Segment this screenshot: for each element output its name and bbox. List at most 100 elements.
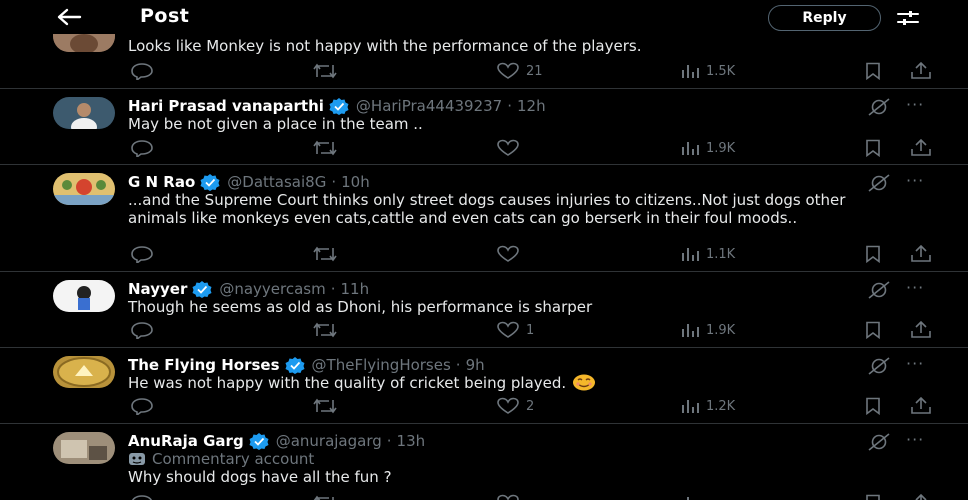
share-action[interactable] (909, 494, 933, 500)
retweet-action[interactable] (312, 62, 338, 80)
views-action[interactable]: 1.1K (680, 245, 735, 263)
avatar[interactable] (53, 173, 115, 205)
reply-action[interactable] (130, 62, 154, 80)
reply-tweet[interactable]: Nayyer @nayyercasm · 11h ··· Though he s… (0, 272, 968, 348)
more-icon[interactable]: ··· (906, 278, 924, 297)
reply-tweet[interactable]: AnuRaja Garg @anurajagarg · 13h ··· Comm… (0, 424, 968, 500)
timestamp[interactable]: 9h (466, 356, 485, 374)
retweet-action[interactable] (312, 321, 338, 339)
like-action[interactable] (496, 245, 520, 263)
like-action[interactable]: 2 (496, 397, 534, 415)
more-icon[interactable]: ··· (906, 430, 924, 449)
timestamp[interactable]: 13h (397, 432, 426, 450)
timestamp[interactable]: 12h (517, 97, 546, 115)
top-bar: Post Reply (0, 0, 968, 34)
bookmark-action[interactable] (863, 62, 883, 80)
more-icon[interactable]: ··· (906, 354, 924, 373)
retweet-action[interactable] (312, 245, 338, 263)
grok-icon[interactable] (866, 357, 892, 375)
tweet-header: G N Rao @Dattasai8G · 10h (128, 173, 370, 191)
display-name[interactable]: G N Rao (128, 173, 195, 191)
tweet-text: Though he seems as old as Dhoni, his per… (128, 298, 593, 316)
like-action[interactable] (496, 139, 520, 157)
reply-action[interactable] (130, 321, 154, 339)
views-action[interactable] (680, 494, 700, 500)
views-action[interactable]: 1.2K (680, 397, 735, 415)
tweet-actions: 1 1.9K (0, 321, 968, 341)
user-handle[interactable]: @TheFlyingHorses (312, 356, 451, 374)
share-action[interactable] (909, 245, 933, 263)
avatar[interactable] (53, 432, 115, 464)
reply-action[interactable] (130, 139, 154, 157)
tweet-text: He was not happy with the quality of cri… (128, 374, 567, 392)
reply-action[interactable] (130, 397, 154, 415)
reply-button[interactable]: Reply (768, 5, 881, 31)
retweet-icon (313, 398, 337, 414)
user-handle[interactable]: @nayyercasm (219, 280, 325, 298)
grok-icon[interactable] (866, 433, 892, 451)
user-handle[interactable]: @Dattasai8G (227, 173, 326, 191)
share-action[interactable] (909, 62, 933, 80)
share-icon (911, 62, 931, 79)
user-handle[interactable]: @anurajagarg (276, 432, 382, 450)
like-action[interactable]: 1 (496, 321, 534, 339)
back-arrow-icon[interactable] (54, 7, 84, 27)
views-action[interactable]: 1.9K (680, 321, 735, 339)
like-action[interactable]: 21 (496, 62, 543, 80)
bookmark-action[interactable] (863, 321, 883, 339)
reply-action[interactable] (130, 245, 154, 263)
separator-dot: · (331, 173, 337, 191)
reply-tweet[interactable]: The Flying Horses @TheFlyingHorses · 9h … (0, 348, 968, 424)
bookmark-action[interactable] (863, 494, 883, 500)
reply-tweet[interactable]: Hari Prasad vanaparthi @HariPra44439237 … (0, 89, 968, 165)
tweet-actions: 2 1.2K (0, 397, 968, 417)
views-action[interactable]: 1.5K (680, 62, 735, 80)
retweet-action[interactable] (312, 139, 338, 157)
grok-icon[interactable] (866, 98, 892, 116)
share-icon (911, 139, 931, 156)
display-name[interactable]: AnuRaja Garg (128, 432, 244, 450)
smiling-emoji-icon (573, 374, 596, 391)
timestamp[interactable]: 10h (341, 173, 370, 191)
share-action[interactable] (909, 321, 933, 339)
retweet-action[interactable] (312, 494, 338, 500)
filter-icon[interactable] (896, 8, 920, 28)
view-count: 1.1K (706, 246, 736, 262)
separator-dot: · (386, 432, 392, 450)
verified-badge-icon (285, 357, 305, 374)
more-icon[interactable]: ··· (906, 171, 924, 190)
more-icon[interactable]: ··· (906, 95, 924, 114)
display-name[interactable]: Nayyer (128, 280, 187, 298)
reply-tweet[interactable]: G N Rao @Dattasai8G · 10h ··· ...and the… (0, 165, 968, 272)
avatar[interactable] (53, 356, 115, 388)
timestamp[interactable]: 11h (341, 280, 370, 298)
share-action[interactable] (909, 397, 933, 415)
display-name[interactable]: The Flying Horses (128, 356, 280, 374)
like-icon (497, 494, 519, 500)
bookmark-action[interactable] (863, 139, 883, 157)
views-action[interactable]: 1.9K (680, 139, 735, 157)
grok-icon[interactable] (866, 281, 892, 299)
theater-mask-icon (129, 453, 145, 465)
bookmark-action[interactable] (863, 397, 883, 415)
share-icon (911, 245, 931, 262)
views-icon (682, 248, 699, 261)
reply-action[interactable] (130, 494, 154, 500)
tweet-text: Why should dogs have all the fun ? (128, 468, 392, 486)
bookmark-action[interactable] (863, 245, 883, 263)
avatar[interactable] (53, 97, 115, 129)
retweet-action[interactable] (312, 397, 338, 415)
like-icon (497, 139, 519, 156)
reply-icon (131, 246, 153, 263)
tweet-header: Hari Prasad vanaparthi @HariPra44439237 … (128, 97, 546, 115)
share-icon (911, 321, 931, 338)
display-name[interactable]: Hari Prasad vanaparthi (128, 97, 324, 115)
retweet-icon (313, 322, 337, 338)
avatar[interactable] (53, 280, 115, 312)
user-handle[interactable]: @HariPra44439237 (356, 97, 502, 115)
share-action[interactable] (909, 139, 933, 157)
grok-icon[interactable] (866, 174, 892, 192)
reply-icon (131, 63, 153, 80)
reply-icon (131, 495, 153, 500)
like-action[interactable] (496, 494, 520, 500)
